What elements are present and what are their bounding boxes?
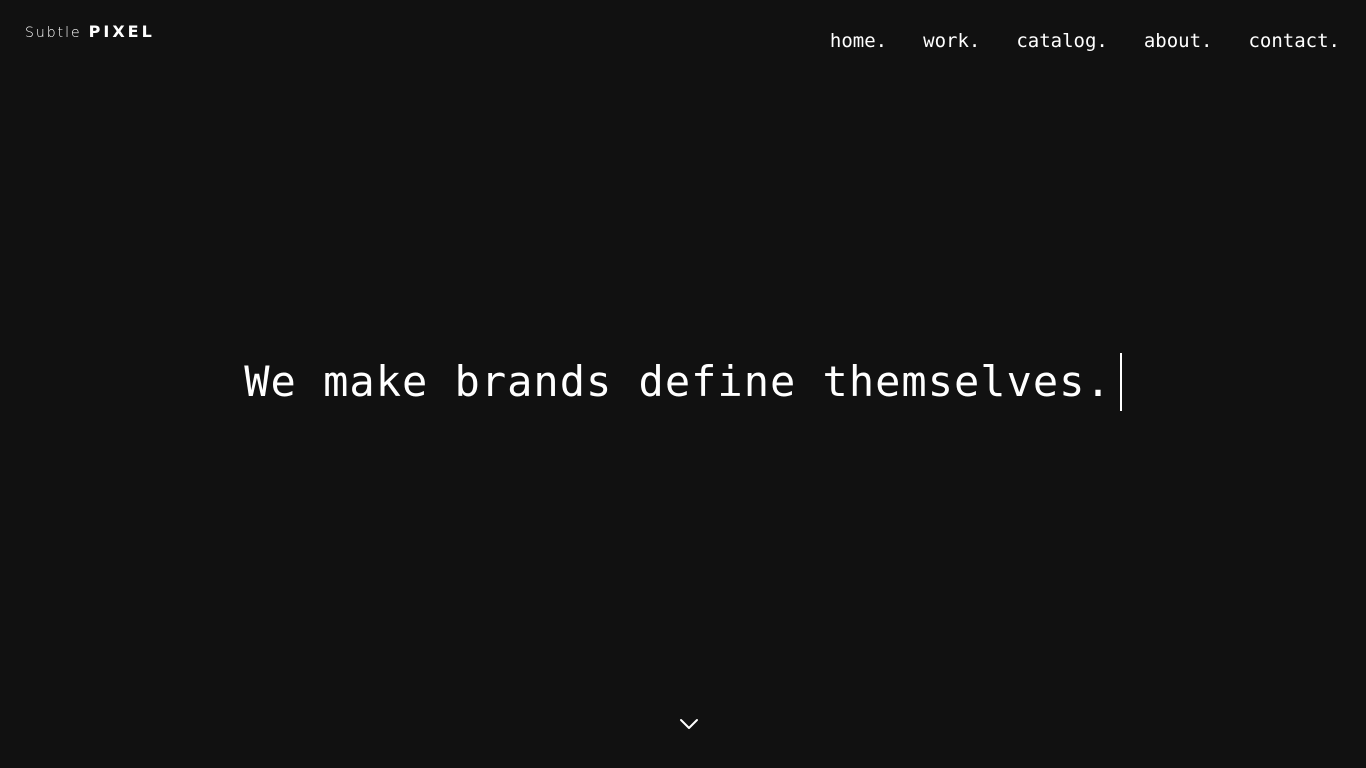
nav-home-link[interactable]: home. <box>830 29 887 53</box>
nav-catalog-link[interactable]: catalog. <box>1016 29 1108 53</box>
nav-contact-link[interactable]: contact. <box>1248 29 1340 53</box>
logo-pixel-text: PIXEL <box>88 22 155 41</box>
main-nav: home. work. catalog. about. contact. <box>830 29 1340 53</box>
logo-subtle-text: Subtle <box>25 25 82 41</box>
nav-work-link[interactable]: work. <box>923 29 980 53</box>
hero: We make brands define themselves. <box>0 352 1366 412</box>
hero-headline: We make brands define themselves. <box>244 357 1112 406</box>
typing-cursor <box>1119 353 1122 411</box>
chevron-down-icon[interactable] <box>677 714 701 734</box>
nav-about-link[interactable]: about. <box>1144 29 1213 53</box>
logo[interactable]: Subtle PIXEL <box>25 22 155 41</box>
